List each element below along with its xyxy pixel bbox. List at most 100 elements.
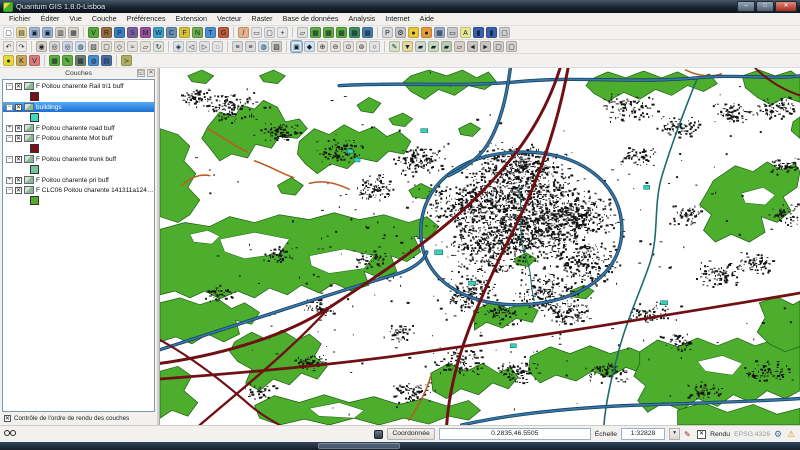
add-gpx-layer-button[interactable]: G	[218, 27, 229, 38]
text-balloon-button[interactable]: A	[460, 27, 471, 38]
menu-item--diter[interactable]: Éditer	[36, 13, 65, 25]
render-order-checkbox[interactable]: ✕	[4, 415, 11, 422]
measure-area-button[interactable]: ▱	[140, 41, 151, 52]
layer-row-f-poitou-charente-trunk-buff[interactable]: −✕F Poitou charente trunk buff	[3, 154, 154, 164]
pan-to-selection-button[interactable]: ◎	[62, 41, 73, 52]
layer-visibility-checkbox[interactable]: ✕	[15, 104, 22, 111]
decoration-tool-button[interactable]: V	[29, 55, 40, 66]
redo-button[interactable]: ↷	[16, 41, 27, 52]
add-spatialite-layer-button[interactable]: S	[127, 27, 138, 38]
close-button[interactable]: ✕	[775, 1, 797, 12]
new-project-button[interactable]: ▢	[3, 27, 14, 38]
copy-features-button[interactable]: ►	[480, 41, 491, 52]
expand-toggle-icon[interactable]: −	[6, 187, 13, 194]
add-wcs-layer-button[interactable]: C	[166, 27, 177, 38]
expand-toggle-icon[interactable]: −	[6, 135, 13, 142]
open-attribute-table-button[interactable]: ▦	[310, 27, 321, 38]
move-feature-button[interactable]: ▰	[428, 41, 439, 52]
new-bookmark-button[interactable]: ▮	[473, 27, 484, 38]
coordinate-label[interactable]: Coordonnée	[387, 428, 434, 440]
toggle-editing-button[interactable]: ✎	[389, 41, 400, 52]
menu-item-internet[interactable]: Internet	[380, 13, 414, 25]
menu-item-fichier[interactable]: Fichier	[4, 13, 36, 25]
expand-toggle-icon[interactable]: +	[6, 177, 13, 184]
zoom-native-button[interactable]: ▣	[291, 41, 302, 52]
delete-selected-button[interactable]: ▱	[454, 41, 465, 52]
map-canvas[interactable]	[160, 68, 800, 425]
layer-visibility-checkbox[interactable]: ✕	[15, 156, 22, 163]
composer-manager-button[interactable]: ▦	[68, 27, 79, 38]
menu-item-pr-f-rences[interactable]: Préférences	[122, 13, 171, 25]
image-tool-button[interactable]: ▨	[271, 41, 282, 52]
map-tips-button[interactable]: P	[382, 27, 393, 38]
menu-item-analysis[interactable]: Analysis	[344, 13, 381, 25]
python-console-button[interactable]: ≻	[121, 55, 132, 66]
annotation-dropdown-button[interactable]: ▢	[264, 27, 275, 38]
menu-item-base-de-donn-es[interactable]: Base de données	[278, 13, 344, 25]
map-clock-button[interactable]: ○	[369, 41, 380, 52]
save-layer-edits-button[interactable]: ▼	[402, 41, 413, 52]
open-project-button[interactable]: ▤	[16, 27, 27, 38]
zoom-out-button[interactable]: ⊖	[330, 41, 341, 52]
add-mssql-layer-button[interactable]: M	[140, 27, 151, 38]
select-by-expression-button[interactable]: ▦	[336, 27, 347, 38]
form-annotation-button[interactable]: ▭	[251, 27, 262, 38]
taskbar-active-app-button[interactable]	[318, 443, 400, 449]
plugin-globe-button[interactable]: ◍	[88, 55, 99, 66]
plugin-table-a-button[interactable]: ▦	[49, 55, 60, 66]
zoom-full-extent-button[interactable]: ◆	[304, 41, 315, 52]
help-globe-button[interactable]: ◍	[258, 41, 269, 52]
zoom-to-selection-button[interactable]: ◈	[173, 41, 184, 52]
identify-features-button[interactable]: ◍	[75, 41, 86, 52]
projection-gear-icon[interactable]: ⚙	[774, 430, 783, 439]
menu-item-raster[interactable]: Raster	[246, 13, 277, 25]
layer-row-f-poitou-charente-road-buff[interactable]: +✕F Poitou charente road buff	[3, 123, 154, 133]
minimize-button[interactable]: –	[737, 1, 755, 12]
paste-features-alt-button[interactable]: ▢	[506, 41, 517, 52]
add-vector-layer-button[interactable]: V	[88, 27, 99, 38]
crs-status[interactable]: EPSG:4326	[734, 431, 770, 438]
styling-clock-button[interactable]: ●	[408, 27, 419, 38]
add-wfs-layer-button[interactable]: F	[179, 27, 190, 38]
menu-item-vecteur[interactable]: Vecteur	[212, 13, 246, 25]
coordinate-value[interactable]: 0.2835,46.5505	[439, 428, 591, 440]
window-dropdown-button[interactable]: ▢	[499, 27, 510, 38]
show-bookmarks-button[interactable]: ▮	[486, 27, 497, 38]
maximize-button[interactable]: □	[756, 1, 774, 12]
close-panel-icon[interactable]: ✕	[147, 69, 155, 77]
scale-dropdown-icon[interactable]: ▼	[669, 428, 680, 440]
expand-toggle-icon[interactable]: −	[6, 104, 13, 111]
touch-zoom-pan-button[interactable]: ◉	[36, 41, 47, 52]
field-calculator-button[interactable]: ▦	[323, 27, 334, 38]
layer-visibility-checkbox[interactable]: ✕	[15, 125, 22, 132]
undo-button[interactable]: ↶	[3, 41, 14, 52]
layer-row-f-poitou-charente-rail-tri1-buff[interactable]: −✕F Poitou charente Rail tri1 buff	[3, 81, 154, 91]
plugin-table-edit-button[interactable]: ✎	[62, 55, 73, 66]
attribute-actions-button[interactable]: ▱	[297, 27, 308, 38]
new-print-composer-button[interactable]: ▥	[55, 27, 66, 38]
magnifier-edit-icon[interactable]: ✎	[684, 430, 693, 439]
expand-toggle-icon[interactable]: +	[6, 125, 13, 132]
zoom-in-button[interactable]: ⊕	[317, 41, 328, 52]
refresh-map-button[interactable]: ↻	[153, 41, 164, 52]
cut-features-button[interactable]: ◄	[467, 41, 478, 52]
styling-dot-button[interactable]: ●	[3, 55, 14, 66]
options-gear-button[interactable]: ⚙	[395, 27, 406, 38]
pan-map-button[interactable]: ◎	[49, 41, 60, 52]
layer-list-2-button[interactable]: ≡	[245, 41, 256, 52]
messages-warning-icon[interactable]: ⚠	[787, 430, 796, 439]
add-wms-layer-button[interactable]: W	[153, 27, 164, 38]
table-manager-button[interactable]: ▦	[349, 27, 360, 38]
labeling-button[interactable]: ●	[421, 27, 432, 38]
new-shapefile-layer-button[interactable]: N	[192, 27, 203, 38]
measure-dropdown-button[interactable]: ▭	[447, 27, 458, 38]
layer-visibility-checkbox[interactable]: ✕	[15, 187, 22, 194]
paste-features-button[interactable]: ▢	[493, 41, 504, 52]
db-manager-button[interactable]: ▤	[101, 55, 112, 66]
node-tool-button[interactable]: ▰	[441, 41, 452, 52]
save-project-as-button[interactable]: ▣	[42, 27, 53, 38]
expand-toggle-icon[interactable]: −	[6, 83, 13, 90]
measure-line-button[interactable]: ≈	[127, 41, 138, 52]
menu-item-couche[interactable]: Couche	[87, 13, 122, 25]
layer-row-f-poitou-charente-pri-buff[interactable]: +✕F Poitou charente pri buff	[3, 175, 154, 185]
